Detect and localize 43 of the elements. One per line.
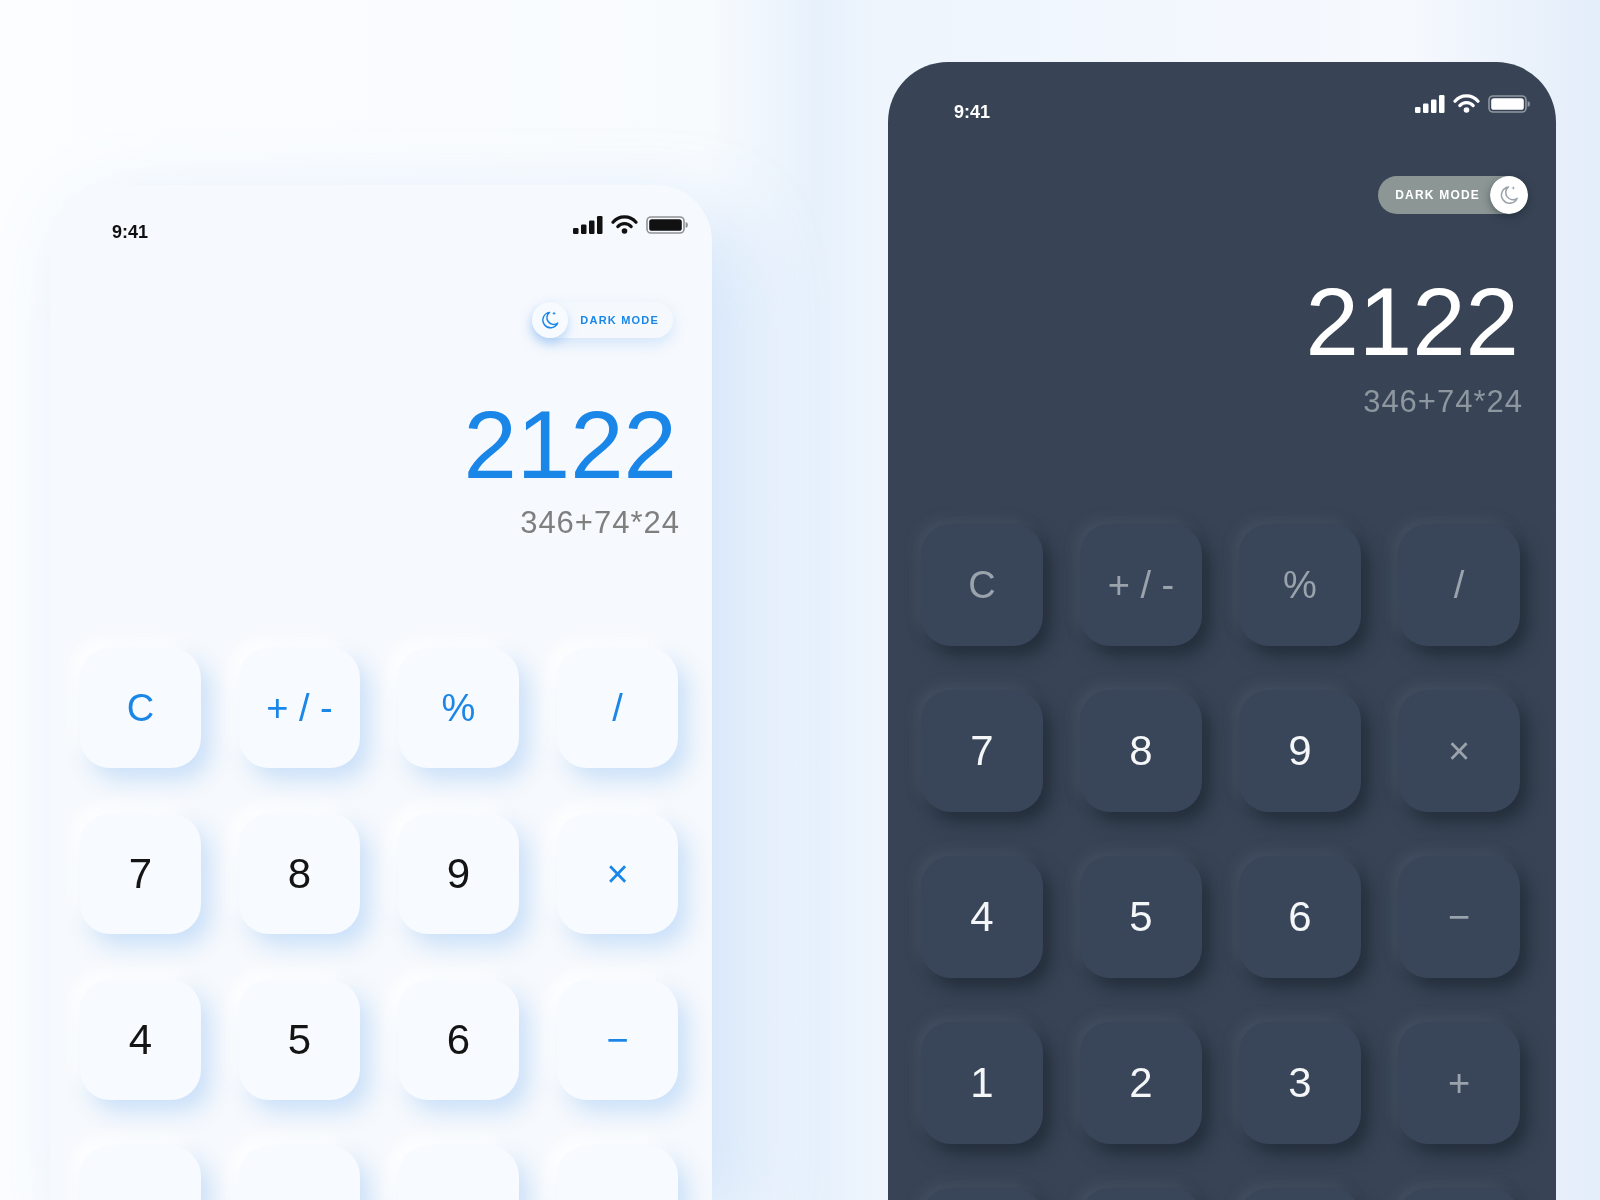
calculator-key[interactable]: 7 bbox=[80, 814, 201, 934]
signal-icon bbox=[573, 215, 603, 234]
status-time: 9:41 bbox=[112, 222, 149, 242]
result-number: 2122 bbox=[463, 397, 677, 493]
calculator-key[interactable]: 5 bbox=[1080, 856, 1202, 978]
calculator-key[interactable]: 2 bbox=[1080, 1022, 1202, 1144]
calculator-key[interactable]: 3 bbox=[1239, 1022, 1361, 1144]
calculator-key[interactable]: C bbox=[921, 524, 1043, 646]
calculator-key[interactable]: 8 bbox=[239, 814, 360, 934]
calculator-key[interactable]: 7 bbox=[921, 690, 1043, 812]
moon-icon bbox=[532, 302, 569, 338]
calculator-key[interactable]: 4 bbox=[921, 856, 1043, 978]
calculator-key[interactable]: % bbox=[1239, 524, 1361, 646]
calculator-key[interactable]: 1 bbox=[921, 1022, 1043, 1144]
calculator-key[interactable]: + / - bbox=[239, 648, 360, 768]
battery-icon bbox=[1488, 94, 1530, 113]
calculator-key[interactable]: × bbox=[1398, 690, 1520, 812]
calculator-key[interactable]: 8 bbox=[1080, 690, 1202, 812]
calculator-key[interactable]: 9 bbox=[398, 814, 519, 934]
battery-icon bbox=[646, 215, 688, 234]
calculator-key[interactable]: 5 bbox=[239, 980, 360, 1100]
wifi-icon bbox=[1453, 94, 1480, 113]
calculator-key[interactable]: / bbox=[1398, 524, 1520, 646]
moon-icon bbox=[1490, 176, 1528, 214]
calculator-key[interactable]: % bbox=[398, 648, 519, 768]
expression-text: 346+74*24 bbox=[520, 507, 680, 538]
calculator-key[interactable]: − bbox=[1398, 856, 1520, 978]
dark-mode-toggle[interactable]: DARK MODE bbox=[532, 302, 673, 338]
calculator-key[interactable]: + bbox=[1398, 1022, 1520, 1144]
calculator-key[interactable]: × bbox=[557, 814, 678, 934]
calculator-key[interactable]: / bbox=[557, 648, 678, 768]
calculator-key[interactable]: − bbox=[557, 980, 678, 1100]
wifi-icon bbox=[611, 215, 638, 234]
calculator-key[interactable]: 6 bbox=[398, 980, 519, 1100]
signal-icon bbox=[1415, 94, 1445, 113]
calculator-key[interactable]: C bbox=[80, 648, 201, 768]
calculator-key[interactable]: 9 bbox=[1239, 690, 1361, 812]
calculator-key[interactable]: 6 bbox=[1239, 856, 1361, 978]
calculator-key[interactable]: + / - bbox=[1080, 524, 1202, 646]
calculator-key[interactable]: 4 bbox=[80, 980, 201, 1100]
result-number: 2122 bbox=[1305, 274, 1519, 370]
status-time: 9:41 bbox=[954, 102, 991, 122]
expression-text: 346+74*24 bbox=[1363, 386, 1523, 417]
